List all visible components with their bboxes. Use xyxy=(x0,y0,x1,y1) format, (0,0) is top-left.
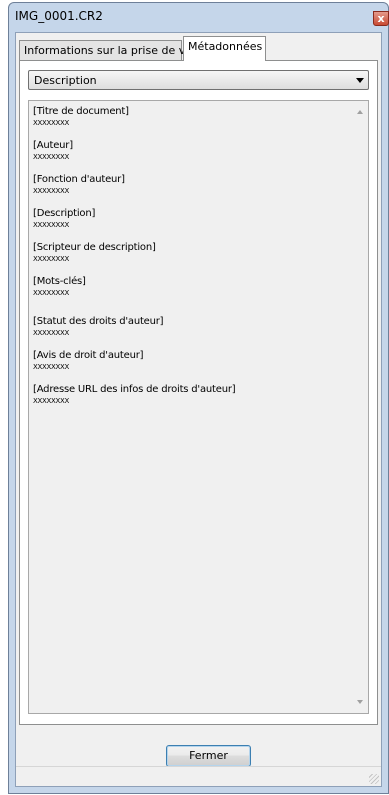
scroll-up-arrow-icon[interactable] xyxy=(357,110,363,114)
metadata-item-copyright-notice: [Avis de droit d'auteur] XXXXXXXX xyxy=(33,349,348,372)
metadata-label: [Description] xyxy=(33,208,96,219)
metadata-list[interactable]: [Titre de document] XXXXXXXX [Auteur] XX… xyxy=(28,100,369,714)
vertical-scrollbar[interactable] xyxy=(351,101,368,713)
metadata-item-author: [Auteur] XXXXXXXX xyxy=(33,139,348,162)
metadata-label: [Avis de droit d'auteur] xyxy=(33,350,144,361)
metadata-item-author-role: [Fonction d'auteur] XXXXXXXX xyxy=(33,173,348,196)
metadata-value: XXXXXXXX xyxy=(33,153,69,161)
window-title: IMG_0001.CR2 xyxy=(15,9,103,23)
metadata-item-copyright-url: [Adresse URL des infos de droits d'auteu… xyxy=(33,383,348,406)
metadata-label: [Mots-clés] xyxy=(33,276,86,287)
metadata-label: [Auteur] xyxy=(33,140,73,151)
metadata-label: [Statut des droits d'auteur] xyxy=(33,316,164,327)
resize-grip-icon[interactable] xyxy=(369,774,379,784)
tab-metadata[interactable]: Métadonnées xyxy=(183,36,266,61)
scroll-down-arrow-icon[interactable] xyxy=(357,700,363,704)
metadata-label: [Fonction d'auteur] xyxy=(33,174,125,185)
category-dropdown[interactable]: Description xyxy=(28,70,369,90)
metadata-label: [Titre de document] xyxy=(33,106,129,117)
tab-panel-metadata: Description [Titre de document] XXXXXXXX… xyxy=(19,60,378,725)
metadata-value: XXXXXXXX xyxy=(33,221,69,229)
client-area: Informations sur la prise de vue Métadon… xyxy=(15,32,382,787)
tab-shooting-info[interactable]: Informations sur la prise de vue xyxy=(19,40,199,60)
metadata-fields: [Titre de document] XXXXXXXX [Auteur] XX… xyxy=(33,105,348,417)
metadata-item-description: [Description] XXXXXXXX xyxy=(33,207,348,230)
dialog-window: IMG_0001.CR2 x Informations sur la prise… xyxy=(8,2,389,794)
metadata-value: XXXXXXXX xyxy=(33,255,69,263)
metadata-item-keywords: [Mots-clés] XXXXXXXX xyxy=(33,275,348,298)
metadata-value: XXXXXXXX xyxy=(33,363,69,371)
close-button[interactable]: Fermer xyxy=(166,745,251,767)
metadata-value: XXXXXXXX xyxy=(33,187,69,195)
metadata-label: [Adresse URL des infos de droits d'auteu… xyxy=(33,384,236,395)
metadata-item-document-title: [Titre de document] XXXXXXXX xyxy=(33,105,348,128)
close-icon[interactable]: x xyxy=(373,11,389,26)
chevron-down-icon xyxy=(356,78,364,83)
metadata-label: [Scripteur de description] xyxy=(33,242,156,253)
metadata-item-description-writer: [Scripteur de description] XXXXXXXX xyxy=(33,241,348,264)
metadata-value: XXXXXXXX xyxy=(33,397,69,405)
status-bar xyxy=(16,766,381,786)
dropdown-selected-value: Description xyxy=(34,74,97,87)
metadata-value: XXXXXXXX xyxy=(33,119,69,127)
metadata-value: XXXXXXXX xyxy=(33,289,69,297)
title-bar[interactable]: IMG_0001.CR2 x xyxy=(9,3,389,31)
metadata-item-copyright-status: [Statut des droits d'auteur] XXXXXXXX xyxy=(33,315,348,338)
metadata-value: XXXXXXXX xyxy=(33,329,69,337)
